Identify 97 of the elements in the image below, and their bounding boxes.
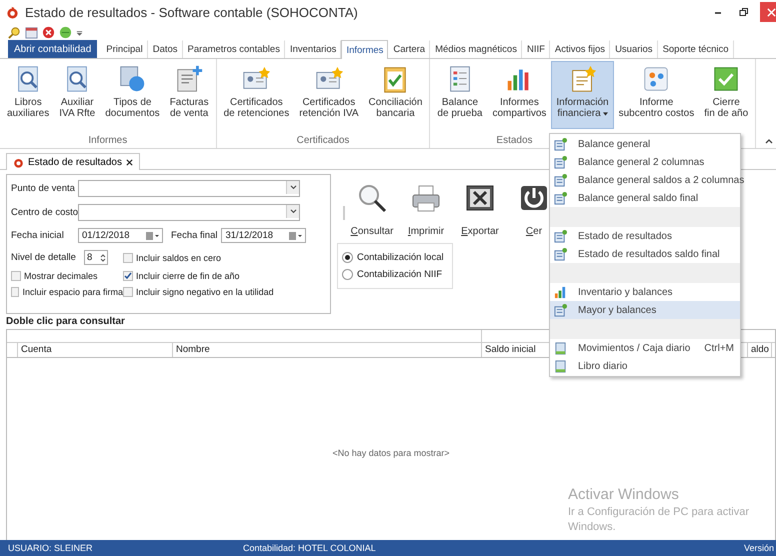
bar-chart-icon [554, 286, 567, 298]
ledger-icon [554, 360, 567, 372]
checkbox[interactable]: Mostrar decimales [11, 271, 123, 281]
report-icon [554, 138, 567, 150]
date-field[interactable]: 01/12/2018 [78, 228, 163, 243]
ribbon-button[interactable]: Informes compartivos [487, 61, 552, 129]
dropdown-field[interactable] [78, 180, 300, 197]
report-icon [554, 192, 567, 204]
customize-icon[interactable] [76, 28, 83, 36]
ribbon-button[interactable]: Certificados de retenciones [218, 61, 294, 129]
ribbon-button[interactable]: Libros auxiliares [2, 61, 54, 129]
report-icon [554, 304, 567, 316]
menu-item[interactable]: Estado de resultados [550, 227, 740, 245]
user-label: USUARIO: SLEINER [8, 543, 94, 553]
menu-item[interactable]: Estado de resultados saldo final [550, 245, 740, 263]
document-tab[interactable]: Estado de resultados [6, 153, 140, 170]
group-label: Estados [496, 135, 533, 146]
calendar-icon[interactable] [25, 26, 38, 38]
app-logo-icon [6, 6, 19, 18]
company-label: Contabilidad: HOTEL COLONIAL [243, 543, 377, 553]
menu-item[interactable]: Inventario y balances [550, 283, 740, 301]
ribbon-button[interactable]: Información financiera [551, 61, 614, 129]
toolbar-button[interactable]: Imprimir [399, 182, 453, 237]
activation-text: Ir a Configuración de PC para activar Windows. [568, 505, 750, 535]
date-field[interactable]: 31/12/2018 [221, 228, 306, 243]
field-label: Fecha final [171, 230, 218, 241]
group-label: Informes [88, 135, 128, 146]
spinner-arrows-icon[interactable] [100, 252, 106, 262]
ribbon-tab[interactable]: Médios magnéticos [430, 40, 522, 58]
caret-icon [290, 185, 296, 190]
ribbon-button[interactable]: Facturas de venta [164, 61, 214, 129]
ribbon-tab[interactable]: Usuarios [610, 40, 658, 58]
ribbon-button[interactable]: Auxiliar IVA Rfte [54, 61, 100, 129]
empty-message: <No hay datos para mostrar> [332, 448, 450, 458]
activation-title: Activar Windows [568, 486, 680, 503]
open-accounting-button[interactable]: Abrir contabilidad [8, 40, 98, 58]
ribbon-tab[interactable]: Cartera [388, 40, 430, 58]
menu-item[interactable]: Balance general 2 columnas [550, 153, 740, 171]
menu-item[interactable]: Balance general saldo final [550, 189, 740, 207]
app-logo-icon [13, 156, 24, 168]
ribbon-button[interactable]: Cierre fin de año [699, 61, 754, 129]
close-icon[interactable] [126, 158, 133, 166]
ribbon-button[interactable]: Informe subcentro costos [614, 61, 700, 129]
radio-button[interactable]: Contabilización NIIF [342, 269, 448, 280]
column-header[interactable]: Nombre [173, 343, 482, 357]
ribbon-button[interactable]: Tipos de documentos [100, 61, 165, 129]
hint-text: Doble clic para consultar [6, 316, 126, 329]
power-icon [521, 186, 547, 210]
column-header[interactable]: aldo [748, 343, 772, 357]
number-spinner[interactable]: 8 [84, 250, 108, 265]
caret-icon [290, 209, 296, 214]
radio-dot-icon [345, 255, 350, 260]
circle-icon[interactable] [59, 26, 72, 38]
report-icon [554, 156, 567, 168]
field-label: Fecha inicial [11, 230, 65, 241]
ribbon-tab[interactable]: Parametros contables [182, 40, 285, 58]
menu-item[interactable]: Movimientos / Caja diario Ctrl+M [550, 339, 740, 357]
report-icon [554, 230, 567, 242]
dropdown-field[interactable] [78, 204, 300, 221]
search-icon[interactable] [8, 26, 21, 38]
ribbon-button[interactable]: Certificados retención IVA [294, 61, 364, 129]
checkbox[interactable]: Incluir signo negativo en la utilidad [123, 287, 326, 297]
toolbar-button[interactable]: Consultar [345, 182, 399, 237]
menu-item[interactable]: Balance general [550, 135, 740, 153]
ribbon-button[interactable]: Conciliación bancaria [364, 61, 428, 129]
field-label: Nivel de detalle [11, 252, 76, 263]
ledger-icon [554, 342, 567, 354]
close-icon [766, 8, 776, 16]
toolbar-button[interactable]: Exportar [453, 182, 507, 237]
report-icon [554, 174, 567, 186]
menu-item[interactable]: Mayor y balances [550, 301, 740, 319]
ribbon-tab[interactable]: Principal [101, 40, 148, 58]
ribbon-button[interactable]: Balance de prueba [432, 61, 488, 129]
checkbox[interactable]: Incluir espacio para firma [11, 287, 123, 297]
ribbon-tab[interactable]: Informes [341, 40, 388, 59]
restore-icon [739, 7, 749, 17]
window-title: Estado de resultados - Software contable (SOHOCONTA) [25, 4, 359, 20]
calendar-dropdown-icon [289, 232, 304, 240]
cancel-icon[interactable] [42, 26, 55, 38]
radio-button[interactable]: Contabilización local [342, 252, 448, 263]
ribbon-tab[interactable]: Activos fijos [550, 40, 610, 58]
ribbon-tab[interactable]: Datos [148, 40, 183, 58]
column-header[interactable]: Cuenta [18, 343, 173, 357]
checkbox[interactable]: Incluir saldos en cero [123, 252, 326, 262]
checkmark-icon [124, 272, 132, 280]
search-icon [356, 182, 388, 214]
version-label: Versión [744, 543, 774, 553]
collapse-ribbon-icon[interactable] [764, 137, 774, 145]
report-icon [554, 248, 567, 260]
group-label: Certificados [296, 135, 350, 146]
ribbon-tab[interactable]: Soporte técnico [658, 40, 734, 58]
field-label: Punto de venta [11, 183, 74, 194]
checkbox[interactable]: Incluir cierre de fin de año [123, 271, 326, 281]
calendar-dropdown-icon [146, 232, 160, 240]
ribbon-tab[interactable]: NIIF [522, 40, 550, 58]
menu-item[interactable]: Libro diario [550, 357, 740, 375]
close-button[interactable] [760, 2, 776, 22]
